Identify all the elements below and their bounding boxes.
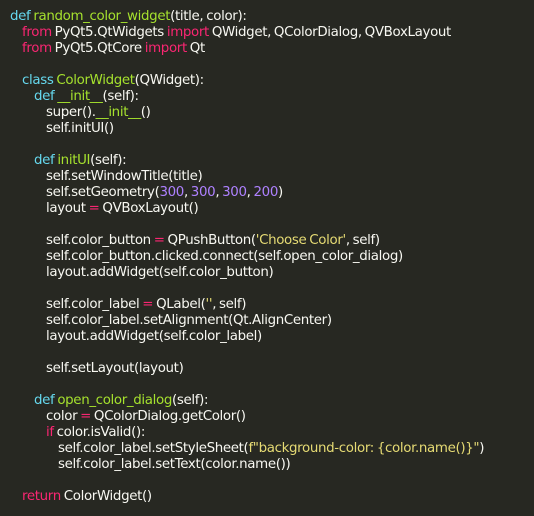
code-token: 200 [253, 185, 278, 200]
code-token: def [34, 89, 58, 104]
code-token: self.color_button [46, 233, 154, 248]
code-token: self.setLayout(layout) [46, 361, 184, 376]
code-token: layout.addWidget(self.color_label) [46, 329, 262, 344]
code-line: self.color_label.setAlignment(Qt.AlignCe… [10, 313, 534, 329]
code-token: __init__ [95, 105, 142, 120]
code-token: QWidget, QColorDialog, QVBoxLayout [211, 25, 451, 40]
code-line: return ColorWidget() [10, 489, 534, 505]
code-line: class ColorWidget(QWidget): [10, 73, 534, 89]
code-token: open_color_dialog [57, 393, 172, 408]
code-token: (self): [90, 153, 127, 168]
code-token: () [140, 105, 151, 120]
code-line: from PyQt5.QtCore import Qt [10, 41, 534, 57]
code-token: class [22, 73, 57, 88]
code-line: self.setWindowTitle(title) [10, 169, 534, 185]
code-token: , self) [345, 233, 380, 248]
code-line: def open_color_dialog(self): [10, 393, 534, 409]
code-token: QVBoxLayout() [102, 201, 199, 216]
code-token: 300 [222, 185, 247, 200]
code-token: (self): [171, 393, 209, 408]
code-editor[interactable]: def random_color_widget(title, color): fr… [0, 0, 534, 516]
code-token: Qt [189, 41, 205, 56]
code-line: self.color_label.setText(color.name()) [10, 457, 534, 473]
code-token: self.initUI() [46, 121, 114, 136]
code-token: = [142, 297, 157, 312]
code-token: = [153, 233, 168, 248]
code-token: __init__ [57, 89, 103, 104]
code-line: self.color_button = QPushButton('Choose … [10, 233, 534, 249]
code-token: PyQt5.QtCore [54, 41, 145, 56]
code-token: 300 [190, 185, 216, 200]
code-token: self.color_button.clicked.connect(self.o… [46, 249, 403, 264]
code-line: layout.addWidget(self.color_label) [10, 329, 534, 345]
code-token: import [166, 25, 212, 40]
code-line: self.setGeometry(300, 300, 300, 200) [10, 185, 534, 201]
code-token: , [183, 185, 191, 200]
code-token: self.color_label.setText(color.name()) [58, 457, 291, 472]
code-token: def [34, 153, 58, 168]
code-token: ColorWidget() [63, 489, 152, 504]
code-token: import [144, 41, 190, 56]
code-token: self.color_label.setStyleSheet( [58, 441, 249, 456]
code-token: 'Choose Color' [255, 233, 346, 248]
code-token: self.color_label.setAlignment(Qt.AlignCe… [46, 313, 332, 328]
code-token: random_color_widget [33, 9, 171, 24]
code-line: if color.isValid(): [10, 425, 534, 441]
code-token: color.isValid(): [56, 425, 146, 440]
code-line: def __init__(self): [10, 89, 534, 105]
code-line: layout = QVBoxLayout() [10, 201, 534, 217]
code-token: QLabel( [156, 297, 206, 312]
code-token: (title, color): [170, 9, 247, 24]
code-token: f"background-color: {color.name()}" [248, 441, 480, 456]
code-token: super(). [46, 105, 96, 120]
code-token: QPushButton( [167, 233, 257, 248]
code-line: color = QColorDialog.getColor() [10, 409, 534, 425]
code-line: layout.addWidget(self.color_button) [10, 265, 534, 281]
code-token: def [34, 393, 58, 408]
code-token: return [22, 489, 64, 504]
code-token: layout [46, 201, 89, 216]
code-line: def initUI(self): [10, 153, 534, 169]
code-line: self.color_label.setStyleSheet(f"backgro… [10, 441, 534, 457]
code-token: from [22, 41, 55, 56]
code-token: = [80, 409, 94, 424]
code-line: self.initUI() [10, 121, 534, 137]
code-token: PyQt5.QtWidgets [54, 25, 167, 40]
code-line: super().__init__() [10, 105, 534, 121]
code-token: ColorWidget [56, 73, 135, 88]
code-line: def random_color_widget(title, color): [10, 9, 534, 25]
code-token: if [46, 425, 57, 440]
code-line: self.setLayout(layout) [10, 361, 534, 377]
code-token: layout.addWidget(self.color_button) [46, 265, 274, 280]
code-token: from [22, 25, 55, 40]
code-token: self.color_label [46, 297, 143, 312]
code-token: ) [479, 441, 485, 456]
code-token: (QWidget): [134, 73, 205, 88]
code-line: self.color_button.clicked.connect(self.o… [10, 249, 534, 265]
code-token: (self): [102, 89, 139, 104]
code-line: self.color_label = QLabel('', self) [10, 297, 534, 313]
code-token: def [10, 9, 34, 24]
code-token: initUI [57, 153, 91, 168]
code-line: from PyQt5.QtWidgets import QWidget, QCo… [10, 25, 534, 41]
code-token: = [88, 201, 103, 216]
code-token: , self) [212, 297, 247, 312]
code-token: ) [278, 185, 283, 200]
code-token: self.setGeometry( [46, 185, 160, 200]
code-token: color [46, 409, 81, 424]
code-token: self.setWindowTitle(title) [46, 169, 203, 184]
code-token: QColorDialog.getColor() [93, 409, 246, 424]
code-token: 300 [159, 185, 184, 200]
